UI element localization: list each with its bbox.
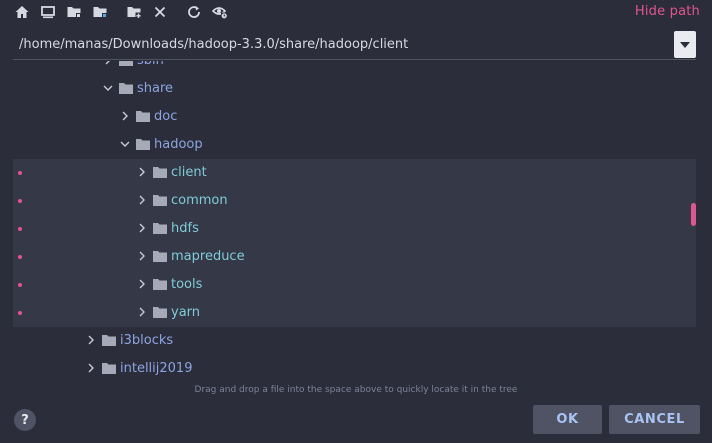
tree-row-share[interactable]: share	[13, 75, 696, 103]
chevron-right-icon[interactable]	[137, 307, 147, 317]
show-hidden-icon[interactable]	[210, 2, 230, 22]
tree-row-hadoop[interactable]: hadoop	[13, 131, 696, 159]
tree-row-doc[interactable]: doc	[13, 103, 696, 131]
new-folder-icon[interactable]	[124, 2, 144, 22]
monitor-icon[interactable]	[38, 2, 58, 22]
tree-row-mapreduce[interactable]: mapreduce	[13, 243, 696, 271]
chevron-right-icon[interactable]	[137, 167, 147, 177]
folder-up-icon[interactable]	[64, 2, 84, 22]
folder-icon	[119, 83, 133, 94]
tree-row-label: common	[171, 193, 228, 208]
chevron-right-icon[interactable]	[137, 251, 147, 261]
tree-row-label: share	[137, 81, 174, 96]
path-input[interactable]	[13, 30, 668, 58]
folder-icon	[136, 139, 150, 150]
selection-dot	[18, 283, 22, 287]
selection-dot	[18, 199, 22, 203]
folder-icon	[153, 195, 167, 206]
folder-icon	[102, 335, 116, 346]
toolbar	[12, 2, 236, 22]
tree-row-client[interactable]: client	[13, 159, 696, 187]
drag-drop-hint: Drag and drop a file into the space abov…	[194, 385, 518, 395]
tree-row-label: mapreduce	[171, 249, 245, 264]
file-chooser-dialog: Hide path sbin share doc hadoop	[0, 0, 712, 443]
chevron-right-icon[interactable]	[86, 335, 96, 345]
path-dropdown-button[interactable]	[674, 31, 696, 58]
chevron-right-icon[interactable]	[103, 61, 113, 65]
chevron-right-icon[interactable]	[137, 279, 147, 289]
tree-row-label: client	[171, 165, 207, 180]
folder-icon	[136, 111, 150, 122]
cancel-button[interactable]: CANCEL	[609, 405, 700, 434]
ok-button[interactable]: OK	[533, 405, 602, 434]
folder-icon	[153, 279, 167, 290]
selection-dot	[18, 255, 22, 259]
folder-icon	[153, 307, 167, 318]
chevron-right-icon[interactable]	[120, 111, 130, 121]
tree-row-label: hdfs	[171, 221, 199, 236]
tree-row-sbin[interactable]: sbin	[13, 61, 696, 75]
folder-icon	[102, 363, 116, 374]
tree-row-label: doc	[154, 109, 178, 124]
tree-row-hdfs[interactable]: hdfs	[13, 215, 696, 243]
tree-row-label: intellij2019	[120, 361, 193, 376]
directory-tree[interactable]: sbin share doc hadoop client co	[13, 61, 696, 388]
path-field	[13, 30, 696, 60]
tree-row-label: i3blocks	[120, 333, 174, 348]
chevron-right-icon[interactable]	[86, 363, 96, 373]
folder-icon	[153, 167, 167, 178]
folder-icon	[153, 223, 167, 234]
chevron-down-icon	[680, 41, 690, 48]
selection-dot	[18, 171, 22, 175]
folder-current-icon[interactable]	[90, 2, 110, 22]
tree-row-label: hadoop	[154, 137, 203, 152]
chevron-down-icon[interactable]	[120, 139, 130, 149]
tree-row-intellij2019[interactable]: intellij2019	[13, 355, 696, 383]
selection-dot	[18, 311, 22, 315]
tree-row-common[interactable]: common	[13, 187, 696, 215]
chevron-right-icon[interactable]	[137, 195, 147, 205]
folder-icon	[119, 61, 133, 66]
hide-path-link[interactable]: Hide path	[635, 4, 700, 19]
refresh-icon[interactable]	[184, 2, 204, 22]
tree-row-tools[interactable]: tools	[13, 271, 696, 299]
chevron-down-icon[interactable]	[103, 83, 113, 93]
tree-row-label: tools	[171, 277, 203, 292]
tree-row-i3blocks[interactable]: i3blocks	[13, 327, 696, 355]
folder-icon	[153, 251, 167, 262]
help-button[interactable]: ?	[14, 409, 36, 431]
tree-scrollbar-thumb[interactable]	[691, 203, 696, 226]
tree-row-label: sbin	[137, 61, 164, 69]
chevron-right-icon[interactable]	[137, 223, 147, 233]
delete-icon[interactable]	[150, 2, 170, 22]
tree-row-label: yarn	[171, 305, 201, 320]
home-icon[interactable]	[12, 2, 32, 22]
tree-row-yarn[interactable]: yarn	[13, 299, 696, 327]
selection-dot	[18, 227, 22, 231]
